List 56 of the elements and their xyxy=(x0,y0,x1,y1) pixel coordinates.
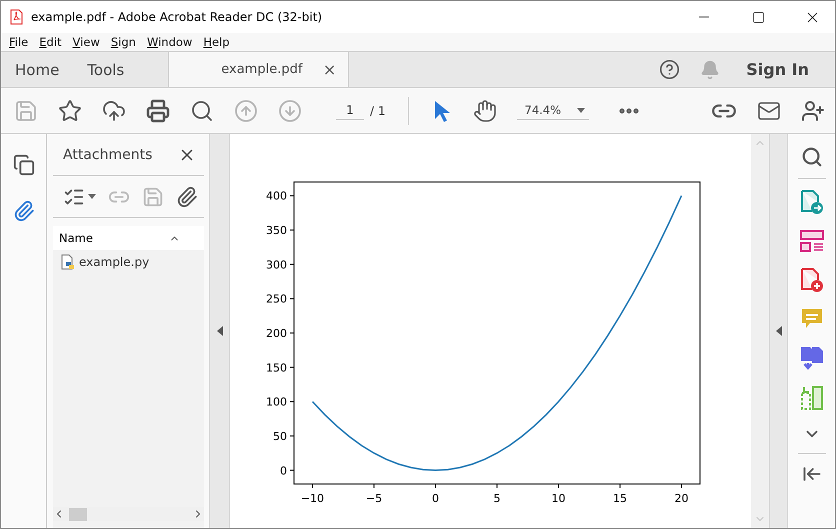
tick-label: 15 xyxy=(613,492,628,505)
nav-tab[interactable]: Tools xyxy=(73,52,138,87)
tick-label: 200 xyxy=(266,327,287,340)
combine-files-icon[interactable] xyxy=(798,345,824,371)
menu-item[interactable]: Window xyxy=(142,35,196,49)
menu-item[interactable]: File xyxy=(5,35,32,49)
scrollbar-thumb[interactable] xyxy=(69,508,87,520)
cloud-upload-icon[interactable] xyxy=(102,98,126,122)
tick-label: 350 xyxy=(266,224,287,238)
add-user-icon[interactable] xyxy=(801,98,825,122)
tick-label: 400 xyxy=(266,190,287,203)
add-document-icon[interactable] xyxy=(800,267,824,293)
paperclip-icon[interactable] xyxy=(12,200,34,222)
menu-item[interactable]: Edit xyxy=(35,35,66,49)
layout-icon[interactable] xyxy=(800,229,824,253)
menu-item[interactable]: Help xyxy=(199,35,234,49)
hand-icon[interactable] xyxy=(472,98,496,122)
collapse-arrow-icon[interactable] xyxy=(216,326,222,336)
tick-label: −5 xyxy=(366,492,382,505)
search-icon[interactable] xyxy=(190,98,214,122)
collapse-arrow-icon[interactable] xyxy=(776,326,782,336)
document-tab[interactable]: example.pdf × xyxy=(168,52,350,87)
tab-label: example.pdf xyxy=(221,62,302,77)
file-name[interactable]: example.py xyxy=(79,255,150,269)
nav-tab[interactable]: Home xyxy=(1,52,74,87)
printer-icon[interactable] xyxy=(146,98,170,122)
tick-label: 50 xyxy=(273,430,287,443)
tab-close-button[interactable]: × xyxy=(322,60,338,79)
pdf-file-icon xyxy=(10,9,23,25)
tick-label: 20 xyxy=(674,492,689,505)
panel-title: Attachments xyxy=(63,146,152,162)
pages-icon[interactable] xyxy=(12,154,34,176)
menu-item[interactable]: View xyxy=(68,35,104,49)
search-icon[interactable] xyxy=(800,146,822,168)
paperclip-icon[interactable] xyxy=(176,186,198,208)
python-file-icon xyxy=(61,254,75,270)
page-number-field[interactable]: 1 xyxy=(336,101,364,120)
column-header[interactable]: Name xyxy=(59,231,93,245)
tick-label: −10 xyxy=(300,492,324,505)
tick-label: 5 xyxy=(494,492,500,505)
sign-in-button[interactable]: Sign In xyxy=(746,60,809,79)
tick-label: 100 xyxy=(266,396,287,409)
zoom-dropdown[interactable]: 74.4% xyxy=(516,101,588,120)
help-icon[interactable] xyxy=(659,59,680,80)
tick-label: 0 xyxy=(432,492,439,505)
export-document-icon[interactable] xyxy=(800,189,824,215)
tick-label: 300 xyxy=(266,258,287,272)
tick-label: 250 xyxy=(266,292,287,306)
maximize-icon[interactable] xyxy=(752,10,764,24)
tick-label: 10 xyxy=(552,492,566,505)
tick-label: 150 xyxy=(266,361,287,374)
window-title: example.pdf - Adobe Acrobat Reader DC (32-bit) xyxy=(31,10,324,24)
tick-label: 0 xyxy=(280,464,287,478)
menu-item[interactable]: Sign xyxy=(106,35,140,49)
page-count: / 1 xyxy=(370,104,386,118)
star-icon[interactable] xyxy=(58,98,82,122)
